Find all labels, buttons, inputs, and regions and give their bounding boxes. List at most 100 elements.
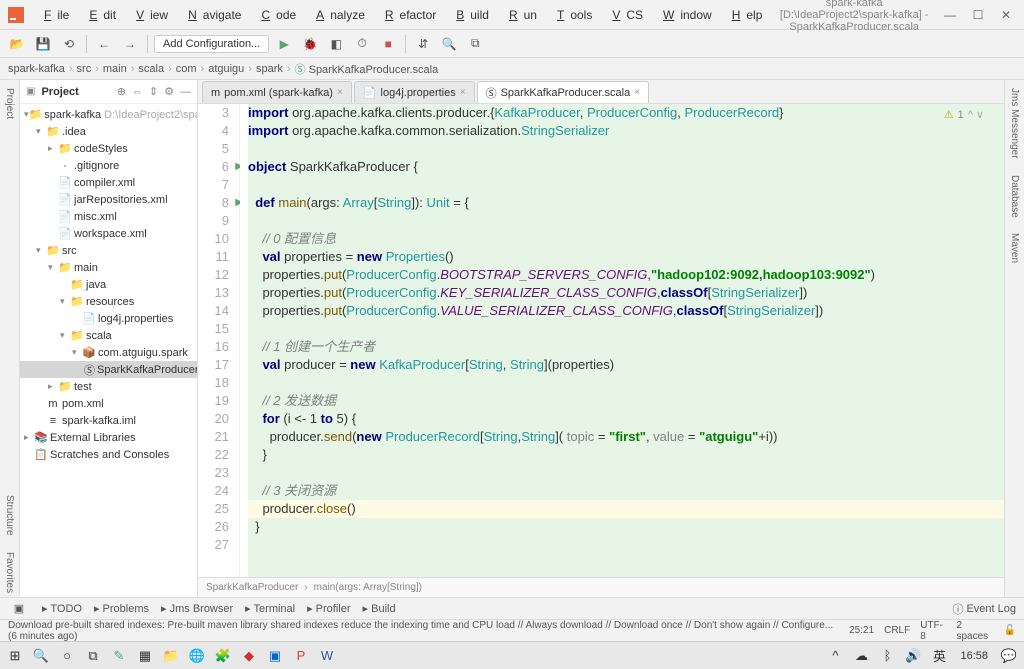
breadcrumb-item[interactable]: com	[176, 63, 197, 75]
code-line[interactable]: def main(args: Array[String]): Unit = {	[248, 194, 1004, 212]
menu-vcs[interactable]: VCS	[600, 6, 649, 24]
breadcrumb-item[interactable]: spark	[256, 63, 283, 75]
readonly-icon[interactable]: 🔓	[1004, 625, 1016, 636]
tool-problems[interactable]: ▸ Problems	[94, 602, 149, 615]
app-icon[interactable]: ✎	[108, 645, 130, 667]
menu-help[interactable]: Help	[720, 6, 769, 24]
code-line[interactable]	[248, 140, 1004, 158]
code-line[interactable]: }	[248, 446, 1004, 464]
menu-refactor[interactable]: Refactor	[373, 6, 442, 24]
app-icon[interactable]: 🧩	[212, 645, 234, 667]
tool-terminal[interactable]: ▸ Terminal	[245, 602, 295, 615]
search-icon[interactable]: 🔍	[30, 645, 52, 667]
minimize-button[interactable]: —	[940, 8, 960, 22]
breadcrumb-item[interactable]: spark-kafka	[8, 63, 65, 75]
code-line[interactable]	[248, 212, 1004, 230]
menu-view[interactable]: View	[124, 6, 174, 24]
tree-item[interactable]: ▾📁scala	[20, 327, 197, 344]
save-icon[interactable]: 💾	[32, 33, 54, 55]
menu-tools[interactable]: Tools	[545, 6, 598, 24]
menu-navigate[interactable]: Navigate	[176, 6, 247, 24]
maximize-button[interactable]: ☐	[968, 8, 988, 22]
cursor-position[interactable]: 25:21	[849, 625, 874, 636]
expand-all-icon[interactable]: ⇔	[132, 86, 143, 98]
vcs-icon[interactable]: ⇵	[412, 33, 434, 55]
start-button[interactable]: ⊞	[4, 645, 26, 667]
tree-item[interactable]: 📋Scratches and Consoles	[20, 446, 197, 463]
tool-tab-favorites[interactable]: Favorites	[4, 548, 15, 597]
menu-run[interactable]: Run	[497, 6, 543, 24]
task-view-icon[interactable]: ⧉	[82, 645, 104, 667]
code-line[interactable]	[248, 320, 1004, 338]
collapse-all-icon[interactable]: ⇕	[149, 85, 158, 98]
editor-tab[interactable]: 📄log4j.properties×	[354, 81, 475, 103]
status-message[interactable]: Download pre-built shared indexes: Pre-b…	[8, 620, 839, 642]
tray-expand-icon[interactable]: ^	[824, 645, 846, 667]
close-tab-icon[interactable]: ×	[634, 87, 640, 98]
tool-profiler[interactable]: ▸ Profiler	[307, 602, 350, 615]
code-line[interactable]: // 0 配置信息	[248, 230, 1004, 248]
tree-item[interactable]: 📄workspace.xml	[20, 225, 197, 242]
breadcrumb-item[interactable]: src	[77, 63, 92, 75]
structure-icon[interactable]: ⧉	[464, 33, 486, 55]
tree-item[interactable]: ▾📁resources	[20, 293, 197, 310]
code-line[interactable]: import org.apache.kafka.clients.producer…	[248, 104, 1004, 122]
code-line[interactable]: for (i <- 1 to 5) {	[248, 410, 1004, 428]
stop-icon[interactable]: ■	[377, 33, 399, 55]
crumb-class[interactable]: SparkKafkaProducer	[206, 582, 298, 593]
cortana-icon[interactable]: ○	[56, 645, 78, 667]
code-line[interactable]	[248, 464, 1004, 482]
close-tab-icon[interactable]: ×	[337, 87, 343, 98]
tool-tab-maven[interactable]: Maven	[1009, 229, 1020, 267]
menu-edit[interactable]: Edit	[77, 6, 122, 24]
forward-icon[interactable]: →	[119, 33, 141, 55]
editor-tab[interactable]: ⓈSparkKafkaProducer.scala×	[477, 81, 649, 103]
menu-analyze[interactable]: Analyze	[304, 6, 371, 24]
tool-jms-browser[interactable]: ▸ Jms Browser	[161, 602, 233, 615]
tool-todo[interactable]: ▸ TODO	[42, 602, 82, 615]
tree-item[interactable]: 📄jarRepositories.xml	[20, 191, 197, 208]
explorer-icon[interactable]: 📁	[160, 645, 182, 667]
code-line[interactable]	[248, 374, 1004, 392]
crumb-method[interactable]: main(args: Array[String])	[314, 582, 422, 593]
tool-tab-jms[interactable]: Jms Messenger	[1009, 84, 1020, 163]
tree-item[interactable]: ▸📁codeStyles	[20, 140, 197, 157]
tree-item[interactable]: ▾📁.idea	[20, 123, 197, 140]
code-line[interactable]: import org.apache.kafka.common.serializa…	[248, 122, 1004, 140]
code-line[interactable]: // 2 发送数据	[248, 392, 1004, 410]
chrome-icon[interactable]: 🌐	[186, 645, 208, 667]
close-button[interactable]: ✕	[996, 8, 1016, 22]
close-tab-icon[interactable]: ×	[460, 87, 466, 98]
search-icon[interactable]: 🔍	[438, 33, 460, 55]
breadcrumb-item[interactable]: scala	[138, 63, 164, 75]
word-icon[interactable]: W	[316, 645, 338, 667]
tree-item[interactable]: ≡spark-kafka.iml	[20, 412, 197, 429]
code-line[interactable]: object SparkKafkaProducer {	[248, 158, 1004, 176]
code-line[interactable]: val producer = new KafkaProducer[String,…	[248, 356, 1004, 374]
tree-item[interactable]: ▸📁test	[20, 378, 197, 395]
code-line[interactable]: properties.put(ProducerConfig.VALUE_SERI…	[248, 302, 1004, 320]
code-line[interactable]	[248, 176, 1004, 194]
menu-file[interactable]: File	[32, 6, 75, 24]
clock[interactable]: 16:58	[960, 650, 988, 662]
breadcrumb-item[interactable]: atguigu	[208, 63, 244, 75]
debug-icon[interactable]: 🐞	[299, 33, 321, 55]
tree-item[interactable]: ·.gitignore	[20, 157, 197, 174]
notifications-icon[interactable]: 💬	[998, 645, 1020, 667]
tree-item[interactable]: ▾📁main	[20, 259, 197, 276]
editor-gutter[interactable]: 3456▶78▶91011121314151617181920212223242…	[198, 104, 240, 577]
breadcrumb-item[interactable]: Ⓢ SparkKafkaProducer.scala	[295, 61, 439, 77]
code-line[interactable]: // 3 关闭资源	[248, 482, 1004, 500]
code-line[interactable]: // 1 创建一个生产者	[248, 338, 1004, 356]
code-line[interactable]: properties.put(ProducerConfig.KEY_SERIAL…	[248, 284, 1004, 302]
inspection-indicator[interactable]: ⚠1 ^ ∨	[944, 106, 984, 124]
project-tree[interactable]: ▾📁spark-kafka D:\IdeaProject2\spark-ka▾📁…	[20, 104, 197, 597]
select-opened-file-icon[interactable]: ⊕	[117, 85, 126, 98]
bluetooth-icon[interactable]: ᛒ	[876, 645, 898, 667]
menu-code[interactable]: Code	[249, 6, 302, 24]
tree-item[interactable]: mpom.xml	[20, 395, 197, 412]
editor-body[interactable]: ⚠1 ^ ∨ import org.apache.kafka.clients.p…	[240, 104, 1004, 577]
app-icon[interactable]: ▦	[134, 645, 156, 667]
tree-item[interactable]: 📄compiler.xml	[20, 174, 197, 191]
volume-icon[interactable]: 🔊	[902, 645, 924, 667]
